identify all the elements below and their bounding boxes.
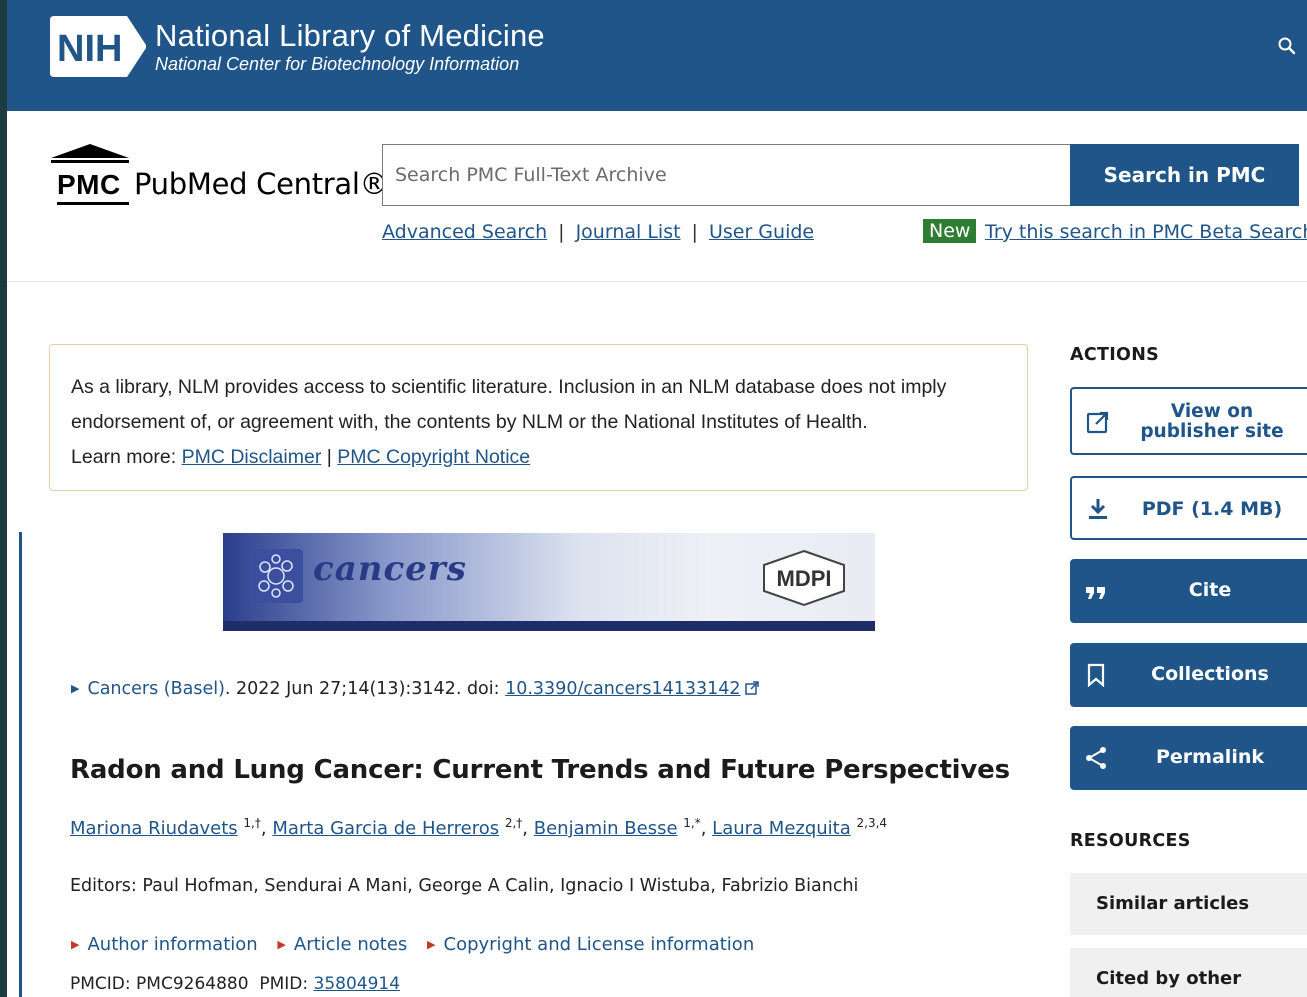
quote-icon: [1086, 587, 1105, 599]
permalink-label: Permalink: [1156, 746, 1264, 768]
pmid-label: PMID:: [259, 974, 309, 994]
author-affiliation[interactable]: 1,*: [683, 816, 700, 830]
cited-by-toggle[interactable]: Cited by other articles: [1070, 948, 1307, 997]
journal-name: cancers: [313, 549, 467, 589]
search-button[interactable]: Search in PMC: [1070, 144, 1299, 206]
citation-line: ▶ Cancers (Basel). 2022 Jun 27;14(13):314…: [71, 679, 759, 699]
view-publisher-label-2: publisher site: [1140, 421, 1284, 442]
article-left-rule: [19, 532, 22, 997]
copyright-info-label: Copyright and License information: [443, 934, 755, 955]
resources-heading: RESOURCES: [1070, 831, 1191, 851]
pmc-brand-name[interactable]: PubMed Central®: [134, 167, 389, 201]
download-icon: [1089, 499, 1107, 519]
pmcid: PMCID: PMC9264880: [70, 974, 249, 994]
author-affiliation[interactable]: 1,†: [243, 816, 260, 830]
article-notes-label: Article notes: [293, 934, 408, 955]
pdf-label: PDF (1.4 MB): [1141, 498, 1283, 520]
bookmark-icon: [1087, 663, 1105, 687]
cite-label: Cite: [1188, 579, 1232, 601]
expand-triangle-icon: ▶: [277, 938, 286, 951]
nih-header: NIH National Library of Medicine Nationa…: [7, 0, 1307, 111]
journal-emblem-icon: [249, 549, 303, 603]
article-notes-toggle[interactable]: ▶ Article notes: [277, 934, 407, 955]
beta-search-link[interactable]: Try this search in PMC Beta Search: [985, 221, 1307, 243]
advanced-search-link[interactable]: Advanced Search: [382, 221, 547, 243]
disclaimer-separator: |: [326, 446, 332, 468]
similar-articles-toggle[interactable]: Similar articles: [1070, 873, 1307, 935]
author-affiliation[interactable]: 2,†: [505, 816, 522, 830]
pdf-download-button[interactable]: PDF (1.4 MB): [1070, 476, 1307, 540]
expand-triangle-icon: ▶: [427, 938, 436, 951]
permalink-button[interactable]: Permalink: [1070, 726, 1307, 790]
author-information-label: Author information: [87, 934, 258, 955]
user-guide-link[interactable]: User Guide: [709, 221, 814, 243]
browser-page: NIH National Library of Medicine Nationa…: [7, 0, 1307, 997]
banner-strip: [223, 621, 875, 631]
author-link[interactable]: Benjamin Besse: [534, 818, 678, 839]
journal-link[interactable]: Cancers (Basel): [87, 679, 224, 699]
new-badge: New: [923, 219, 977, 243]
author-link[interactable]: Marta Garcia de Herreros: [272, 818, 499, 839]
view-publisher-button[interactable]: View on publisher site: [1070, 387, 1307, 455]
author-link[interactable]: Laura Mezquita: [712, 818, 851, 839]
editors-line: Editors: Paul Hofman, Sendurai A Mani, G…: [70, 876, 859, 896]
share-icon: [1086, 747, 1106, 769]
journal-banner[interactable]: cancers MDPI: [223, 533, 875, 631]
disclaimer-box: As a library, NLM provides access to sci…: [49, 344, 1028, 491]
external-link-icon: [1086, 411, 1109, 434]
pmc-disclaimer-link[interactable]: PMC Disclaimer: [182, 446, 322, 468]
pmid-link[interactable]: 35804914: [314, 974, 401, 994]
doi-link[interactable]: 10.3390/cancers14133142: [505, 679, 740, 699]
nih-logo-text: NIH: [57, 28, 122, 70]
nih-subtitle: National Center for Biotechnology Inform…: [155, 54, 520, 74]
author-affiliation[interactable]: 2,3,4: [857, 816, 888, 830]
view-publisher-label-1: View on: [1170, 401, 1254, 422]
citation-details: . 2022 Jun 27;14(13):3142. doi:: [224, 679, 506, 699]
header-divider: [7, 281, 1307, 282]
author-information-toggle[interactable]: ▶ Author information: [71, 934, 258, 955]
journal-list-link[interactable]: Journal List: [576, 221, 681, 243]
article-ids: PMCID: PMC9264880 PMID: 35804914: [70, 974, 400, 994]
learn-more-label: Learn more:: [71, 446, 177, 468]
external-link-icon[interactable]: [744, 681, 759, 695]
article-title: Radon and Lung Cancer: Current Trends an…: [70, 755, 1010, 785]
collections-button[interactable]: Collections: [1070, 643, 1307, 707]
mdpi-logo-text: MDPI: [777, 566, 832, 591]
author-link[interactable]: Mariona Riudavets: [70, 818, 238, 839]
nih-title[interactable]: National Library of Medicine: [155, 18, 545, 54]
search-icon[interactable]: [1277, 36, 1297, 56]
search-input[interactable]: [382, 144, 1071, 206]
disclaimer-text: As a library, NLM provides access to sci…: [71, 376, 947, 433]
collections-label: Collections: [1151, 663, 1269, 685]
article-info-links: ▶ Author information ▶ Article notes ▶ Copy…: [71, 934, 768, 955]
search-sublinks: Advanced Search | Journal List | User Guide: [382, 221, 815, 243]
expand-triangle-icon[interactable]: ▶: [71, 682, 79, 695]
pmc-logo-text[interactable]: PMC: [57, 169, 121, 201]
author-list: Mariona Riudavets 1,†, Marta Garcia de H…: [70, 816, 888, 839]
expand-triangle-icon: ▶: [71, 938, 80, 951]
copyright-info-toggle[interactable]: ▶ Copyright and License information: [427, 934, 754, 955]
mdpi-logo: MDPI: [763, 549, 845, 607]
actions-heading: ACTIONS: [1070, 345, 1160, 365]
pmc-copyright-link[interactable]: PMC Copyright Notice: [337, 446, 530, 468]
cite-button[interactable]: Cite: [1070, 559, 1307, 623]
nih-logo[interactable]: NIH: [50, 16, 146, 77]
